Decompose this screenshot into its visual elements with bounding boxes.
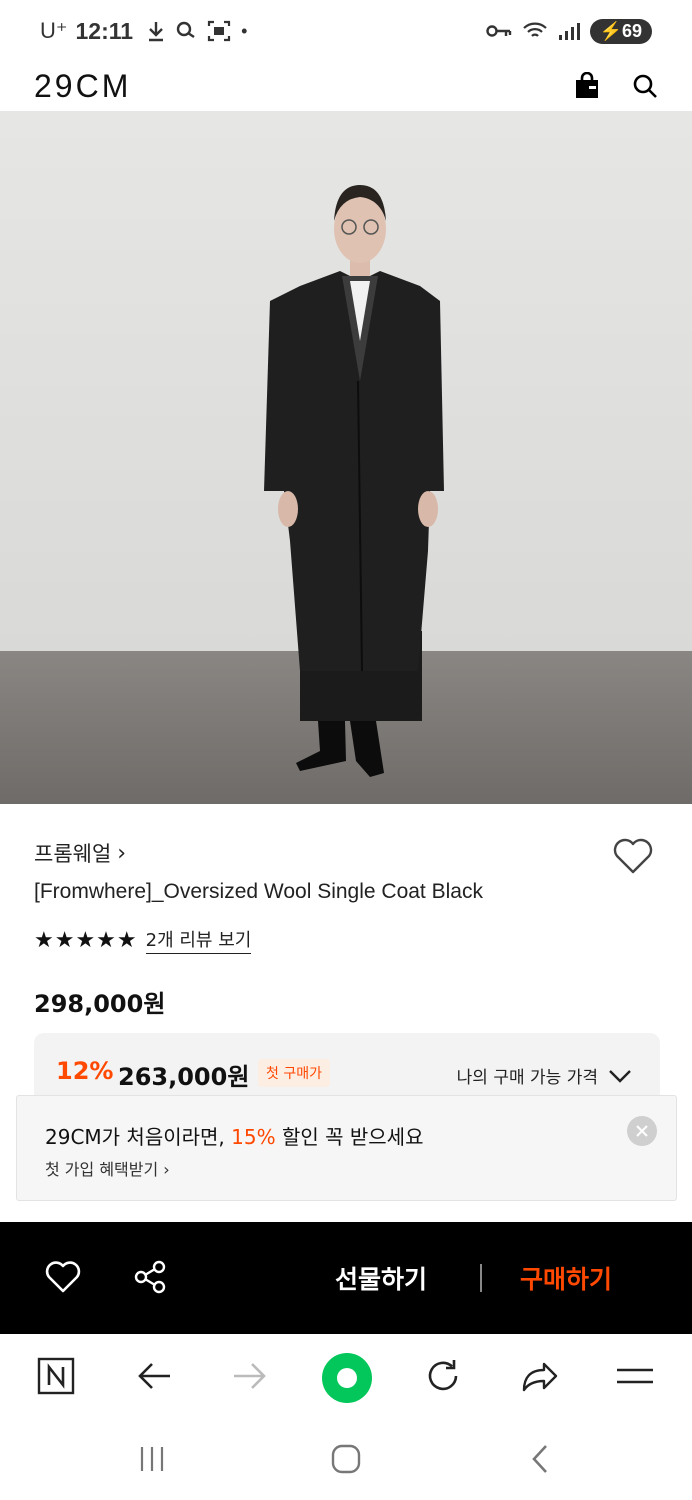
battery-icon: ⚡69 xyxy=(589,18,652,44)
battery-level: 69 xyxy=(621,20,642,41)
browser-toolbar xyxy=(0,1334,692,1422)
brand-logo[interactable]: 29CM xyxy=(34,68,131,105)
divider xyxy=(480,1264,482,1292)
heart-icon[interactable] xyxy=(612,836,654,876)
recent-apps-icon[interactable] xyxy=(136,1444,168,1474)
key-icon xyxy=(485,25,511,37)
wifi-icon xyxy=(522,22,547,37)
share-arrow-icon[interactable] xyxy=(520,1356,560,1396)
buy-button[interactable]: 구매하기 xyxy=(520,1260,612,1296)
original-price: 298,000원 xyxy=(34,990,166,1018)
promo-highlight: 15% xyxy=(231,1125,276,1149)
home-icon[interactable] xyxy=(331,1444,361,1474)
close-icon[interactable] xyxy=(627,1116,657,1146)
chevron-right-icon: › xyxy=(117,840,127,866)
naver-green-button-icon[interactable] xyxy=(321,1352,373,1404)
star-rating-icon: ★★★★★ xyxy=(34,927,138,953)
my-price-label: 나의 구매 가능 가격 xyxy=(456,1068,598,1088)
brand-name: 프롬웨얼 xyxy=(34,842,112,866)
signal-icon xyxy=(558,23,580,40)
chevron-down-icon xyxy=(609,1069,631,1083)
signup-benefit-link[interactable]: 첫 가입 혜택받기 › xyxy=(45,1156,170,1180)
status-bar: U⁺ 12:11 • ⚡69 xyxy=(0,0,692,62)
status-time: 12:11 xyxy=(75,17,134,44)
screenshot-icon xyxy=(207,20,231,42)
signup-promo-banner[interactable]: 29CM가 처음이라면, 15% 할인 꼭 받으세요 첫 가입 혜택받기 › xyxy=(16,1095,677,1201)
call-icon xyxy=(176,21,195,38)
naver-home-icon[interactable] xyxy=(37,1356,75,1396)
first-purchase-badge: 첫 구매가 xyxy=(258,1059,330,1087)
my-price-toggle[interactable]: 나의 구매 가능 가격 xyxy=(457,1063,632,1088)
product-image[interactable] xyxy=(0,111,692,804)
brand-link[interactable]: 프롬웨얼 › xyxy=(34,838,126,868)
rating-row: ★★★★★ 2개 리뷰 보기 xyxy=(34,926,252,954)
promo-text: 29CM가 처음이라면, 15% 할인 꼭 받으세요 xyxy=(45,1125,424,1149)
carrier-label: U⁺ xyxy=(40,18,68,43)
download-icon xyxy=(149,22,164,42)
heart-icon[interactable] xyxy=(45,1260,81,1294)
forward-arrow-icon[interactable] xyxy=(232,1356,268,1396)
share-icon[interactable] xyxy=(133,1260,167,1294)
discount-price: 263,000원 xyxy=(118,1063,250,1091)
refresh-icon[interactable] xyxy=(424,1356,462,1396)
menu-icon[interactable] xyxy=(615,1356,655,1396)
shopping-bag-icon[interactable] xyxy=(574,72,600,100)
search-icon[interactable] xyxy=(632,73,658,99)
back-arrow-icon[interactable] xyxy=(136,1356,172,1396)
app-header: 29CM xyxy=(0,62,692,110)
product-title: [Fromwhere]_Oversized Wool Single Coat B… xyxy=(34,880,483,903)
gift-button[interactable]: 선물하기 xyxy=(335,1260,427,1296)
discount-rate: 12% xyxy=(56,1057,114,1085)
reviews-link[interactable]: 2개 리뷰 보기 xyxy=(145,926,252,954)
status-dot: • xyxy=(241,20,248,41)
system-back-icon[interactable] xyxy=(528,1444,552,1474)
system-nav-bar xyxy=(0,1422,692,1500)
purchase-bar: 선물하기 구매하기 xyxy=(0,1222,692,1334)
